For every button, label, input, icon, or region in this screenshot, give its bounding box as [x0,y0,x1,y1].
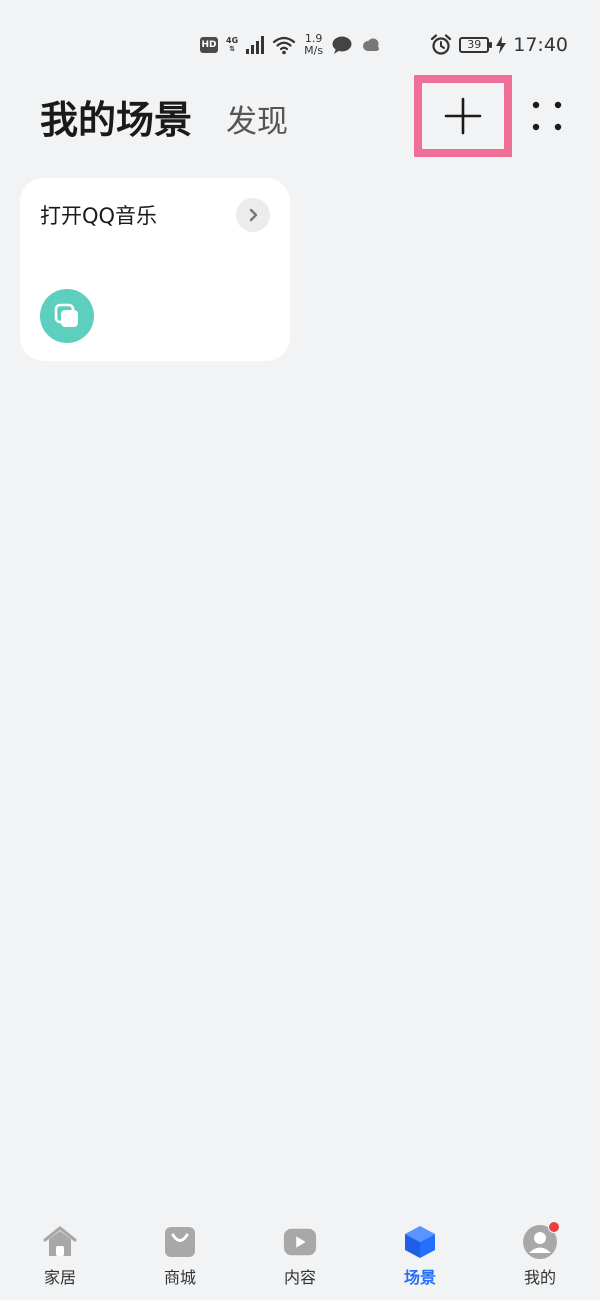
status-time: 17:40 [513,34,568,56]
nav-label-content: 内容 [283,1268,316,1287]
hd-badge: HD [200,37,218,53]
updown-arrows-icon: ⇅ [229,45,235,53]
network-speed: 1.9 M/s [304,33,323,57]
nav-item-content[interactable]: 内容 [240,1208,360,1300]
bottom-navigation: 家居 商城 内容 场景 我的 [0,1208,600,1300]
status-right-group: 39 17:40 [430,30,568,60]
nav-item-me[interactable]: 我的 [480,1208,600,1300]
cellular-signal-icon [246,36,265,54]
notification-dot [548,1221,560,1233]
network-speed-unit: M/s [304,44,324,57]
cube-icon [405,1226,435,1258]
charging-bolt-icon [496,36,507,54]
play-video-icon [283,1228,317,1256]
scenes-screen: HD 4G ⇅ 1.9 M/s 39 17:40 我的场景 发现 打开QQ音乐 … [0,0,600,1300]
chevron-right-icon [249,208,258,222]
cloud-icon [363,38,380,51]
more-options-button[interactable] [528,98,566,136]
nav-label-scenes: 场景 [403,1268,436,1287]
nav-home-icon-wrap [42,1224,78,1260]
nav-label-me: 我的 [523,1268,556,1287]
nav-me-icon-wrap [522,1221,560,1260]
scene-app-icon [40,289,94,343]
nav-item-scenes[interactable]: 场景 [360,1208,480,1300]
nav-content-icon-wrap [282,1224,318,1260]
alarm-clock-icon [431,34,452,55]
four-dots-icon [532,101,562,131]
overlapping-squares-icon [54,303,78,327]
nav-label-mall: 商城 [163,1268,196,1287]
nav-scenes-icon-wrap [402,1224,438,1260]
nav-label-home: 家居 [43,1268,76,1287]
wifi-icon [273,36,296,55]
plus-icon [444,97,482,135]
scene-card-title: 打开QQ音乐 [40,204,158,228]
house-icon [43,1226,77,1256]
shopping-bag-icon [165,1227,195,1257]
scene-detail-button[interactable] [236,198,270,232]
nav-item-mall[interactable]: 商城 [120,1208,240,1300]
scene-card-open-qq-music[interactable]: 打开QQ音乐 [20,178,290,361]
network-type-label: 4G [226,36,239,45]
page-title-my-scenes[interactable]: 我的场景 [40,95,192,145]
message-bubble-icon [332,36,352,54]
add-scene-button[interactable] [414,75,512,157]
tab-discover[interactable]: 发现 [226,100,288,144]
nav-item-home[interactable]: 家居 [0,1208,120,1300]
status-left-group: HD 4G ⇅ 1.9 M/s [200,30,381,60]
battery-indicator: 39 [459,37,493,53]
network-4g-indicator: 4G ⇅ [226,36,239,54]
nav-mall-icon-wrap [162,1224,198,1260]
